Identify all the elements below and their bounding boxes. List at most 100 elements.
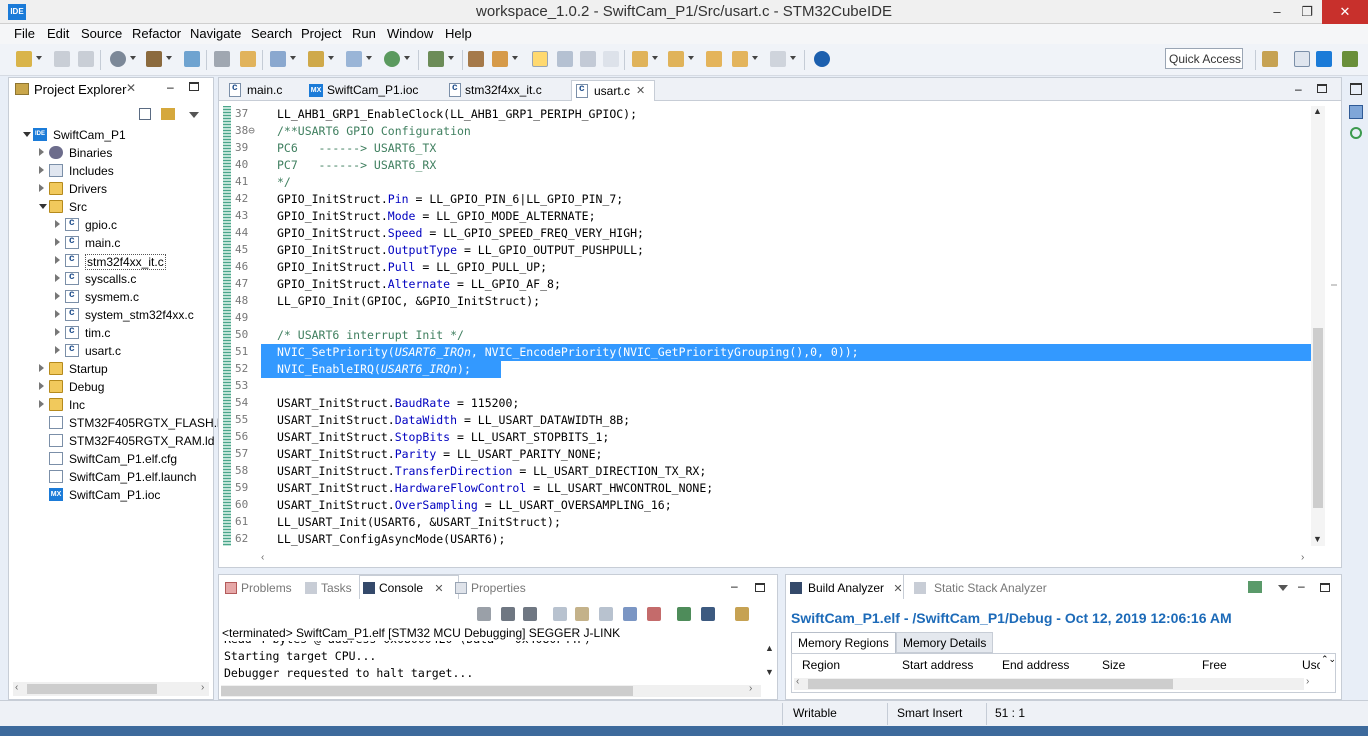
open-perspective-icon[interactable]: [1262, 51, 1278, 67]
collapsed-arrow-icon[interactable]: [55, 328, 60, 336]
maximize-icon[interactable]: [755, 583, 765, 592]
editor-vertical-scrollbar[interactable]: ▲ ▼: [1311, 106, 1325, 546]
next-annotation-icon[interactable]: [632, 51, 648, 67]
column-header[interactable]: Size: [1102, 658, 1125, 672]
restore-button[interactable]: ❐: [1292, 0, 1322, 24]
debug-icon[interactable]: [428, 51, 444, 67]
remove-launch-icon[interactable]: [501, 607, 515, 621]
build-dropdown-icon[interactable]: [166, 56, 172, 60]
tab-properties[interactable]: Properties: [455, 581, 526, 595]
tree-item[interactable]: Src: [9, 198, 209, 216]
minimize-icon[interactable]: –: [1298, 579, 1305, 593]
new-folder-icon[interactable]: [308, 51, 324, 67]
forward-icon[interactable]: [770, 51, 786, 67]
code-line[interactable]: GPIO_InitStruct.Pull = LL_GPIO_PULL_UP;: [277, 259, 547, 276]
collapsed-arrow-icon[interactable]: [55, 238, 60, 246]
tree-item[interactable]: syscalls.c: [9, 270, 209, 288]
scroll-icon[interactable]: ⌃⌄: [1321, 654, 1336, 665]
whitespace-icon[interactable]: [603, 51, 619, 67]
tree-item[interactable]: usart.c: [9, 342, 209, 360]
back-icon[interactable]: [732, 51, 748, 67]
collapsed-arrow-icon[interactable]: [39, 382, 44, 390]
tree-item[interactable]: Binaries: [9, 144, 209, 162]
settings-dropdown-icon[interactable]: [130, 56, 136, 60]
collapsed-arrow-icon[interactable]: [39, 364, 44, 372]
clear-console-icon[interactable]: [553, 607, 567, 621]
tree-item[interactable]: stm32f4xx_it.c: [9, 252, 209, 270]
console-scroll-up[interactable]: ▲: [765, 643, 774, 653]
debug-perspective-icon[interactable]: [1342, 51, 1358, 67]
close-button[interactable]: ✕: [1322, 0, 1368, 24]
maximize-icon[interactable]: [189, 82, 199, 91]
code-line[interactable]: LL_USART_Init(USART6, &USART_InitStruct)…: [277, 514, 561, 531]
mx-perspective-icon[interactable]: [1316, 51, 1332, 67]
minimize-icon[interactable]: –: [731, 579, 738, 593]
open-console-icon[interactable]: [735, 607, 749, 621]
collapsed-arrow-icon[interactable]: [39, 184, 44, 192]
maximize-icon[interactable]: [1320, 583, 1330, 592]
code-line[interactable]: GPIO_InitStruct.Mode = LL_GPIO_MODE_ALTE…: [277, 208, 596, 225]
word-wrap-icon[interactable]: [599, 607, 613, 621]
code-line[interactable]: NVIC_EnableIRQ(USART6_IRQn);: [277, 361, 471, 378]
tree-item[interactable]: MX SwiftCam_P1.ioc: [9, 486, 209, 504]
tab-static-stack-analyzer[interactable]: Static Stack Analyzer: [914, 581, 1047, 595]
column-header[interactable]: Region: [802, 658, 840, 672]
code-line[interactable]: USART_InitStruct.Parity = LL_USART_PARIT…: [277, 446, 602, 463]
console-horizontal-scrollbar[interactable]: ›: [221, 683, 761, 697]
collapsed-arrow-icon[interactable]: [55, 274, 60, 282]
menu-run[interactable]: Run: [352, 26, 376, 41]
toggle-block-icon[interactable]: [557, 51, 573, 67]
collapsed-arrow-icon[interactable]: [55, 220, 60, 228]
tree-item[interactable]: Drivers: [9, 180, 209, 198]
tree-item[interactable]: main.c: [9, 234, 209, 252]
minimize-icon[interactable]: –: [167, 80, 174, 94]
build-hammer-icon[interactable]: [146, 51, 162, 67]
save-all-icon[interactable]: [78, 51, 94, 67]
tab-main-c[interactable]: main.c: [223, 80, 303, 101]
search-icon[interactable]: [492, 51, 508, 67]
code-line[interactable]: LL_USART_ConfigAsyncMode(USART6);: [277, 531, 505, 548]
code-line[interactable]: PC6 ------> USART6_TX: [277, 140, 436, 157]
menu-window[interactable]: Window: [387, 26, 433, 41]
code-line[interactable]: LL_AHB1_GRP1_EnableClock(LL_AHB1_GRP1_PE…: [277, 106, 637, 123]
code-line[interactable]: GPIO_InitStruct.Alternate = LL_GPIO_AF_8…: [277, 276, 561, 293]
code-line[interactable]: USART_InitStruct.BaudRate = 115200;: [277, 395, 519, 412]
menu-project[interactable]: Project: [301, 26, 341, 41]
tab-stm32f4xx-it-c[interactable]: stm32f4xx_it.c: [445, 80, 565, 101]
code-line[interactable]: USART_InitStruct.TransferDirection = LL_…: [277, 463, 706, 480]
tree-item[interactable]: Includes: [9, 162, 209, 180]
skip-breakpoints-icon[interactable]: [214, 51, 230, 67]
tree-item[interactable]: SwiftCam_P1.elf.launch: [9, 468, 209, 486]
code-line[interactable]: */: [277, 174, 291, 191]
new-project-icon[interactable]: [270, 51, 286, 67]
new-icon[interactable]: [16, 51, 32, 67]
device-icon[interactable]: [184, 51, 200, 67]
word-wrap-icon[interactable]: [580, 51, 596, 67]
show-on-output-icon[interactable]: [623, 607, 637, 621]
scroll-lock-icon[interactable]: [575, 607, 589, 621]
pin-console-icon[interactable]: [677, 607, 691, 621]
code-line[interactable]: /* USART6 interrupt Init */: [277, 327, 464, 344]
quick-access-input[interactable]: Quick Access: [1165, 48, 1243, 69]
tab-build-analyzer[interactable]: Build Analyzer ✕: [790, 581, 903, 595]
tree-item[interactable]: STM32F405RGTX_RAM.ld: [9, 432, 214, 450]
tree-item[interactable]: Inc: [9, 396, 209, 414]
terminate-icon[interactable]: [477, 607, 491, 621]
collapsed-arrow-icon[interactable]: [55, 346, 60, 354]
prev-annotation-icon[interactable]: [668, 51, 684, 67]
console-scroll-down[interactable]: ▼: [765, 667, 774, 677]
expanded-arrow-icon[interactable]: [39, 204, 47, 209]
tree-item[interactable]: sysmem.c: [9, 288, 209, 306]
tree-item[interactable]: STM32F405RGTX_FLASH.ld: [9, 414, 226, 432]
settings-icon[interactable]: [110, 51, 126, 67]
column-header[interactable]: End address: [1002, 658, 1069, 672]
save-icon[interactable]: [54, 51, 70, 67]
collapse-all-icon[interactable]: [139, 108, 151, 120]
menu-help[interactable]: Help: [445, 26, 472, 41]
close-tab-icon[interactable]: ✕: [434, 583, 443, 595]
minimize-icon[interactable]: –: [1295, 82, 1302, 96]
collapsed-arrow-icon[interactable]: [55, 256, 60, 264]
menu-search[interactable]: Search: [251, 26, 292, 41]
run-icon[interactable]: [384, 51, 400, 67]
refresh-icon[interactable]: [1248, 581, 1262, 593]
